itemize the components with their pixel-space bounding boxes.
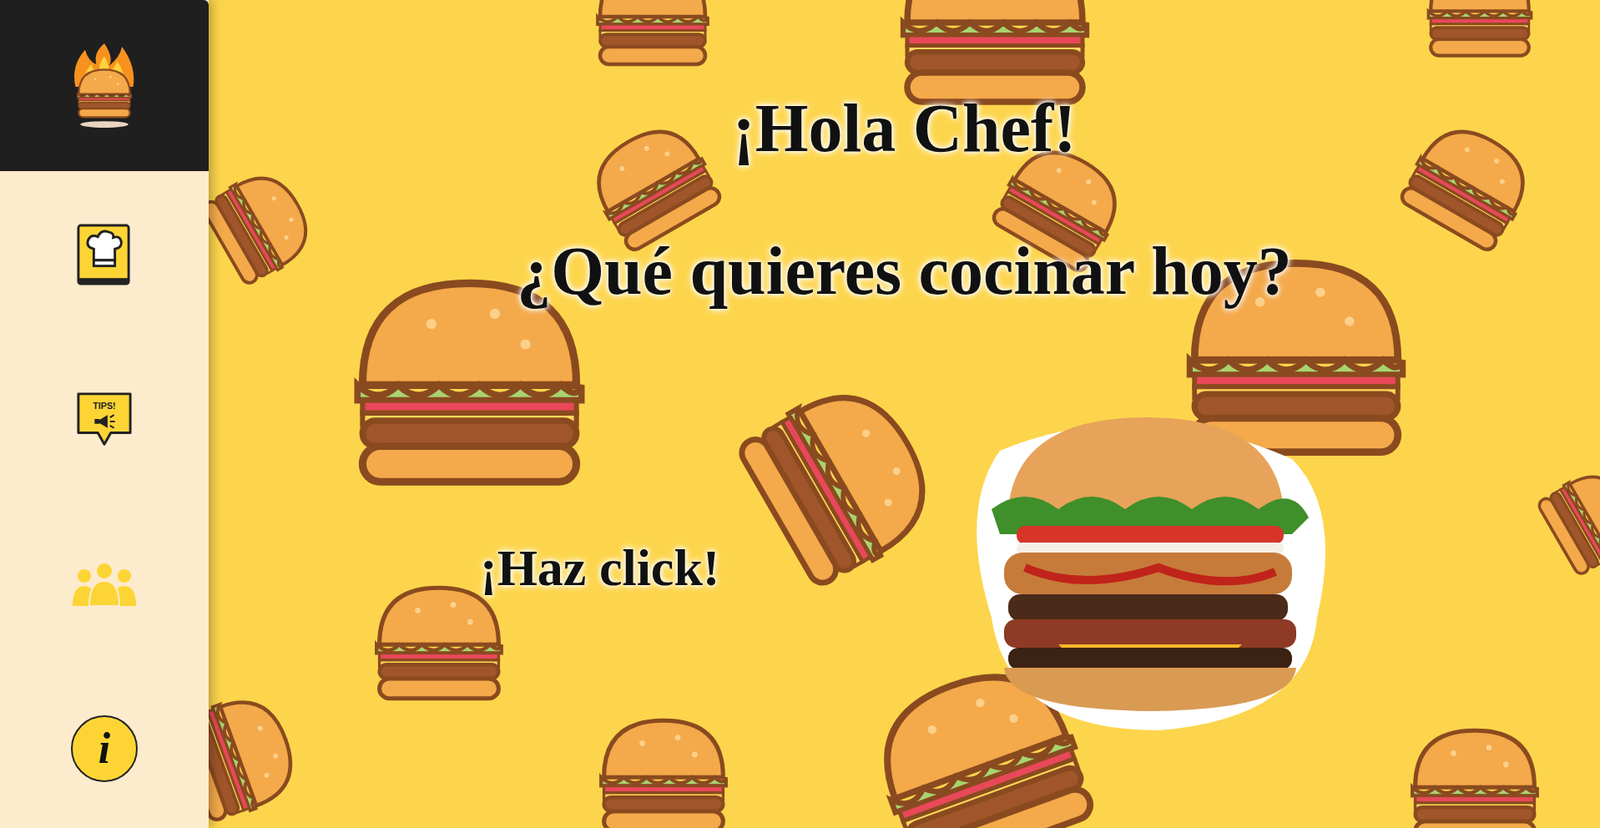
pattern-burger-icon [719,353,965,607]
sidebar-item[interactable]: i [70,720,138,778]
info-icon: i [70,715,138,783]
sidebar-item[interactable] [70,227,138,284]
pattern-burger-icon [1421,0,1539,63]
sidebar-item[interactable]: TIPS! [70,391,138,449]
logo[interactable] [0,0,209,172]
pattern-burger-icon [208,676,314,828]
pattern-burger-icon [208,152,330,296]
tips-label: TIPS! [92,400,116,411]
question: ¿Qué quieres cocinar hoy? [208,230,1600,313]
pattern-burger-icon [1403,721,1546,828]
sidebar: TIPS! i [0,0,209,828]
main-stage: ¡Hola Chef! ¿Qué quieres cocinar hoy? ¡H… [208,0,1600,828]
cta-text[interactable]: ¡Haz click! [479,536,721,599]
pattern-burger-icon [368,579,510,707]
info-glyph: i [98,726,111,771]
hero-lower: ¡Haz click! [208,400,1600,735]
pattern-burger-icon [1527,454,1600,586]
burger-photo[interactable] [958,400,1338,735]
community-people-icon [70,560,138,608]
pattern-burger-icon [592,711,735,828]
pattern-burger-icon [590,0,716,72]
greeting: ¡Hola Chef! [208,87,1600,170]
app: TIPS! i ¡Hola Chef! ¿Qué quieres cocinar … [0,0,1600,828]
burger-photo-icon [958,400,1338,735]
recipe-book-icon [75,222,133,288]
flaming-burger-logo-icon [64,41,145,131]
hero: ¡Hola Chef! ¿Qué quieres cocinar hoy? ¡H… [208,0,1600,735]
sidebar-item[interactable] [70,555,138,613]
pattern-burger-icon [1386,103,1551,264]
sidebar-nav: TIPS! i [0,171,209,778]
tips-bubble-icon: TIPS! [75,390,134,450]
